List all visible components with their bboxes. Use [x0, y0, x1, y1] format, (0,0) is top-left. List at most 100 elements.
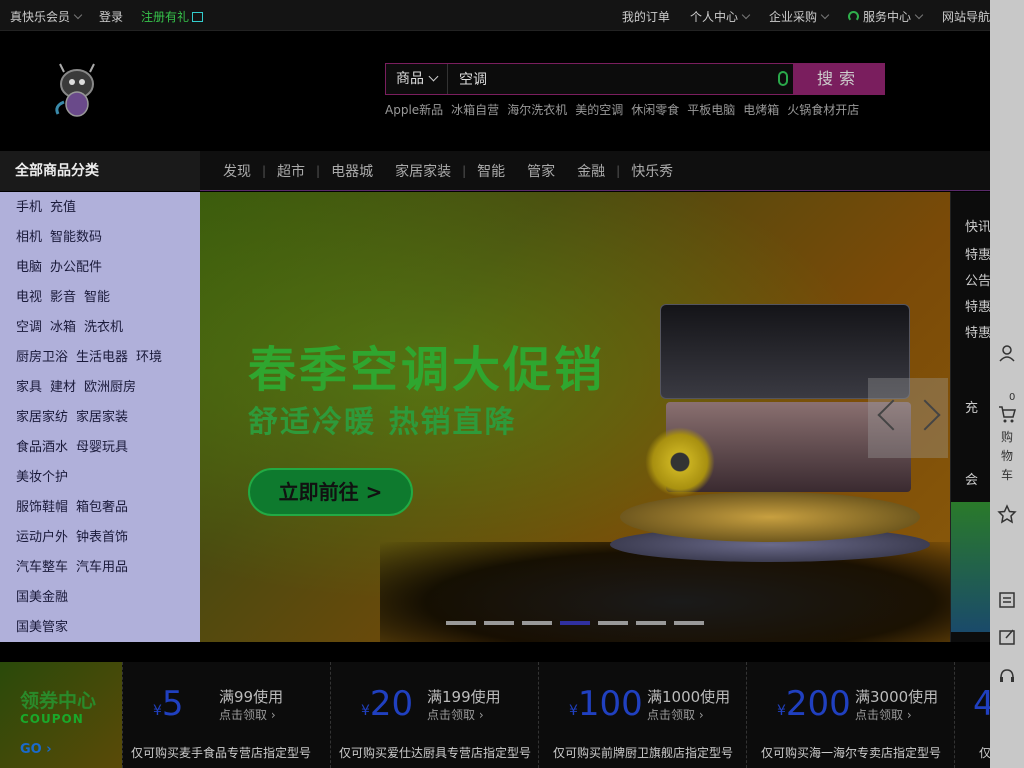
- site-nav-menu[interactable]: 网站导航: [942, 8, 990, 25]
- promo-banner[interactable]: 春季空调大促销 舒适冷暖 热销直降 立即前往 >: [200, 192, 950, 642]
- member-label[interactable]: 会: [965, 469, 978, 488]
- personal-center-menu[interactable]: 个人中心: [690, 8, 751, 25]
- hotword-link[interactable]: 电烤箱: [743, 101, 779, 118]
- category-row[interactable]: 电脑 办公配件: [0, 260, 200, 290]
- nav-link-butler[interactable]: 管家: [516, 161, 566, 181]
- hotword-link[interactable]: 海尔洗衣机: [507, 101, 567, 118]
- coupon-claim-link[interactable]: 点击领取 ›: [427, 706, 484, 723]
- hotword-link[interactable]: 火锅食材开店: [787, 101, 859, 118]
- news-title: 快讯: [965, 220, 990, 235]
- hot-search-words: Apple新品 冰箱自营 海尔洗衣机 美的空调 休闲零食 平板电脑 电烤箱 火锅…: [385, 101, 859, 118]
- coupon-description: 仅可购买前牌厨卫旗舰店指定型号: [553, 746, 734, 760]
- coupon-card[interactable]: 4 仅: [954, 662, 990, 768]
- category-row[interactable]: 国美管家: [0, 620, 200, 650]
- coupon-card[interactable]: ¥20 满199使用 点击领取 › 仅可购买爱仕达厨具专营店指定型号: [330, 662, 538, 768]
- chevron-down-icon: [73, 10, 83, 20]
- category-row[interactable]: 美妆个护: [0, 470, 200, 500]
- carousel-dot[interactable]: [560, 621, 590, 625]
- category-row[interactable]: 服饰鞋帽 箱包奢品: [0, 500, 200, 530]
- news-item[interactable]: 特惠: [965, 296, 990, 315]
- nav-link-supermarket[interactable]: 超市: [266, 161, 316, 181]
- coupon-amount: ¥200: [777, 684, 851, 724]
- hotword-link[interactable]: Apple新品: [385, 101, 443, 118]
- hotword-link[interactable]: 冰箱自营: [451, 101, 499, 118]
- hotword-link[interactable]: 休闲零食: [631, 101, 679, 118]
- register-link[interactable]: 注册有礼: [141, 8, 204, 25]
- carousel-dot[interactable]: [446, 621, 476, 625]
- category-row[interactable]: 运动户外 钟表首饰: [0, 530, 200, 560]
- recharge-label[interactable]: 充: [965, 397, 978, 416]
- category-row[interactable]: 食品酒水 母婴玩具: [0, 440, 200, 470]
- category-row[interactable]: 汽车整车 汽车用品: [0, 560, 200, 590]
- carousel-dots: [446, 621, 704, 625]
- service-menu[interactable]: 服务中心: [847, 8, 924, 25]
- category-row[interactable]: 手机 充值: [0, 200, 200, 230]
- coupon-condition: 满1000使用: [647, 688, 731, 706]
- coupon-strip: 领券中心 COUPON GO › ¥5 满99使用 点击领取 › 仅可购买麦手食…: [0, 662, 990, 768]
- category-row[interactable]: 相机 智能数码: [0, 230, 200, 260]
- category-row[interactable]: 国美金融: [0, 590, 200, 620]
- nav-link-appliances[interactable]: 电器城: [320, 161, 384, 181]
- coupon-card[interactable]: ¥5 满99使用 点击领取 › 仅可购买麦手食品专营店指定型号: [122, 662, 330, 768]
- enterprise-menu[interactable]: 企业采购: [769, 8, 830, 25]
- search-input[interactable]: [449, 64, 794, 94]
- carousel-dot[interactable]: [598, 621, 628, 625]
- chevron-down-icon: [914, 10, 924, 20]
- history-icon[interactable]: [997, 590, 1017, 610]
- all-categories-title[interactable]: 全部商品分类: [0, 151, 200, 191]
- category-row[interactable]: 空调 冰箱 洗衣机: [0, 320, 200, 350]
- nav-link-home[interactable]: 家居家装: [384, 161, 462, 181]
- coupon-claim-link[interactable]: 点击领取 ›: [647, 706, 704, 723]
- hotword-link[interactable]: 美的空调: [575, 101, 623, 118]
- nav-link-discover[interactable]: 发现: [212, 161, 262, 181]
- news-promo-image[interactable]: [951, 502, 990, 632]
- coupon-claim-link[interactable]: 点击领取 ›: [855, 706, 912, 723]
- news-item[interactable]: 公告: [965, 270, 990, 289]
- coupon-condition: 满3000使用: [855, 688, 939, 706]
- category-row[interactable]: 家具 建材 欧洲厨房: [0, 380, 200, 410]
- headset-icon[interactable]: [997, 666, 1017, 686]
- my-orders-link[interactable]: 我的订单: [622, 8, 670, 25]
- news-item[interactable]: 特惠: [965, 322, 990, 341]
- coupon-amount: ¥5: [153, 684, 184, 724]
- coupon-description: 仅: [979, 746, 990, 760]
- user-icon[interactable]: [997, 343, 1017, 363]
- category-row[interactable]: 厨房卫浴 生活电器 环境: [0, 350, 200, 380]
- microphone-icon[interactable]: [778, 71, 788, 86]
- main-nav: 全部商品分类 发现 | 超市 | 电器城 家居家装 | 智能 管家 金融 | 快乐秀: [0, 151, 990, 191]
- hotword-link[interactable]: 平板电脑: [687, 101, 735, 118]
- coupon-card[interactable]: ¥100 满1000使用 点击领取 › 仅可购买前牌厨卫旗舰店指定型号: [538, 662, 746, 768]
- star-icon[interactable]: [997, 504, 1017, 524]
- category-row[interactable]: 家居家纺 家居家装: [0, 410, 200, 440]
- coupon-card[interactable]: ¥200 满3000使用 点击领取 › 仅可购买海一海尔专卖店指定型号: [746, 662, 954, 768]
- member-menu[interactable]: 真快乐会员: [10, 8, 83, 25]
- nav-link-finance[interactable]: 金融: [566, 161, 616, 181]
- cart-label[interactable]: 购物车: [1000, 428, 1014, 485]
- banner-pedestal: [620, 492, 920, 542]
- coupon-claim-link[interactable]: 点击领取 ›: [219, 706, 276, 723]
- banner-cta-button[interactable]: 立即前往 >: [248, 468, 413, 516]
- coupon-center-go[interactable]: GO ›: [20, 742, 52, 757]
- logo[interactable]: [2, 62, 102, 120]
- coupon-center[interactable]: 领券中心 COUPON GO ›: [0, 662, 122, 768]
- coupon-condition: 满99使用: [219, 688, 284, 706]
- news-item[interactable]: 特惠: [965, 244, 990, 263]
- chevron-down-icon: [820, 10, 830, 20]
- carousel-dot[interactable]: [674, 621, 704, 625]
- nav-link-show[interactable]: 快乐秀: [620, 161, 684, 181]
- cart-icon[interactable]: [997, 404, 1017, 424]
- feedback-icon[interactable]: [997, 627, 1017, 647]
- carousel-dot[interactable]: [636, 621, 666, 625]
- coupon-center-title: 领券中心: [20, 690, 97, 712]
- category-menu: 手机 充值 相机 智能数码 电脑 办公配件 电视 影音 智能 空调 冰箱 洗衣机 厨房卫浴 生活…: [0, 192, 200, 642]
- top-bar: 真快乐会员 登录 注册有礼 我的订单 个人中心 企业采购 服务中心 网站导航: [0, 0, 990, 31]
- carousel-dot[interactable]: [484, 621, 514, 625]
- mascot-icon: [55, 63, 95, 117]
- search-category-select[interactable]: 商品: [386, 64, 448, 94]
- search-button[interactable]: 搜索: [793, 63, 885, 95]
- login-link[interactable]: 登录: [99, 8, 123, 25]
- category-row[interactable]: 电视 影音 智能: [0, 290, 200, 320]
- carousel-dot[interactable]: [522, 621, 552, 625]
- headset-icon: [847, 11, 859, 22]
- nav-link-smart[interactable]: 智能: [466, 161, 516, 181]
